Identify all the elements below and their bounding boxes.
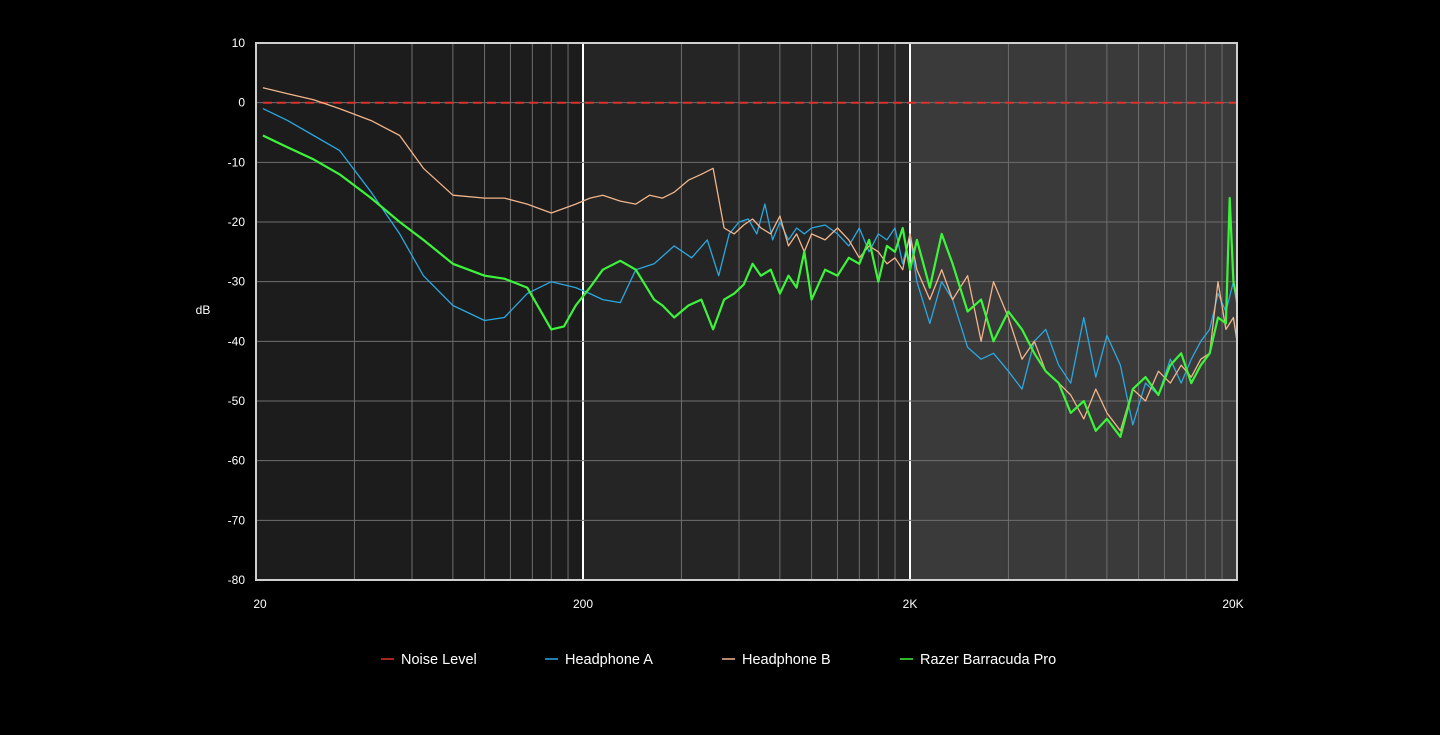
x-tick-label: 20K — [1222, 597, 1243, 611]
y-axis-label: dB — [196, 303, 211, 317]
y-tick-label: -30 — [228, 275, 246, 289]
plot-band-2 — [910, 43, 1237, 580]
plot-band-1 — [583, 43, 910, 580]
y-tick-label: -10 — [228, 155, 246, 169]
legend-label: Headphone A — [565, 652, 653, 668]
plot-band-0 — [256, 43, 583, 580]
legend-label: Headphone B — [742, 652, 831, 668]
legend-label: Noise Level — [401, 652, 477, 668]
chart-container: 10 0 -10 -20 -30 -40 -50 -60 -70 -80 20 200 2K 20K dB … — [0, 0, 1440, 730]
x-tick-label: 2K — [903, 597, 918, 611]
y-tick-label: -20 — [228, 215, 246, 229]
y-tick-label: -80 — [228, 573, 246, 587]
y-tick-label: 10 — [232, 36, 246, 50]
x-tick-label: 200 — [573, 597, 593, 611]
legend-label: Razer Barracuda Pro — [920, 652, 1056, 668]
frequency-response-chart: 100-10-20-30-40-50-60-70-8020 200 2K 20KdB … — [196, 36, 1244, 668]
y-tick-label: -40 — [228, 334, 246, 348]
y-tick-label: -50 — [228, 394, 246, 408]
y-tick-label: 0 — [238, 96, 245, 110]
y-tick-label: -60 — [228, 454, 246, 468]
x-tick-label: 20 — [253, 597, 267, 611]
y-tick-label: -70 — [228, 513, 246, 527]
